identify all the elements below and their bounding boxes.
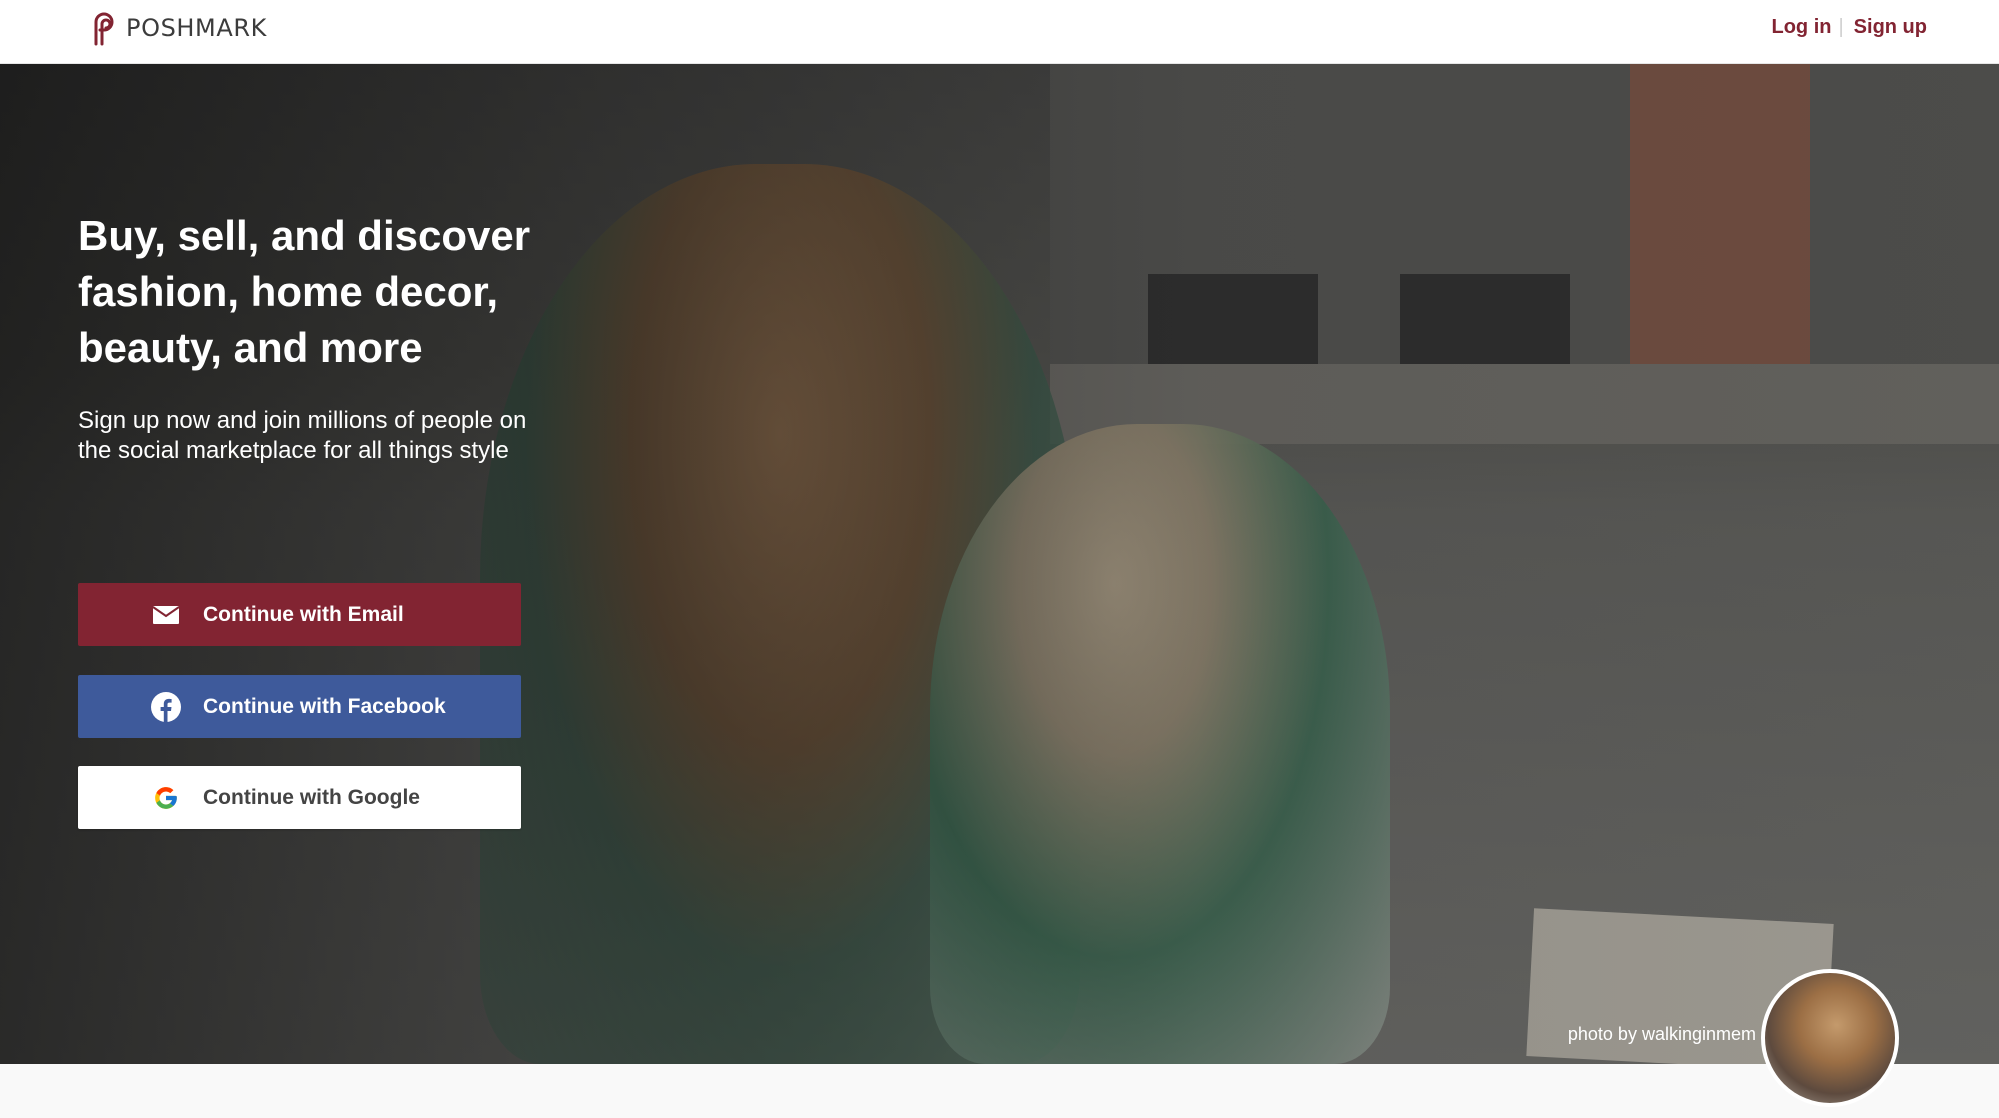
facebook-button-label: Continue with Facebook — [203, 694, 446, 718]
page-bottom-strip — [0, 1064, 1999, 1118]
continue-with-facebook-button[interactable]: Continue with Facebook — [78, 675, 521, 738]
poshmark-logo[interactable]: POSHMARK — [86, 10, 267, 46]
hero-subline: Sign up now and join millions of people … — [78, 407, 527, 464]
continue-with-google-button[interactable]: Continue with Google — [78, 766, 521, 829]
signup-link[interactable]: Sign up — [1854, 16, 1927, 39]
auth-separator: | — [1838, 16, 1844, 38]
continue-with-email-button[interactable]: Continue with Email — [78, 583, 521, 646]
poshmark-logo-icon — [94, 12, 114, 46]
email-button-label: Continue with Email — [203, 602, 404, 626]
brand-name: POSHMARK — [126, 14, 267, 42]
email-icon — [151, 600, 181, 630]
hero-headline: Buy, sell, and discover fashion, home de… — [78, 212, 531, 371]
photo-credit: photo by walkinginmem — [1567, 1024, 1756, 1044]
top-navigation-bar: POSHMARK Log in | Sign up — [0, 0, 1999, 64]
google-button-label: Continue with Google — [203, 785, 420, 809]
auth-links: Log in | Sign up — [1771, 16, 1927, 39]
google-icon — [151, 783, 181, 813]
login-link[interactable]: Log in — [1771, 16, 1831, 39]
facebook-icon — [151, 691, 181, 722]
photographer-avatar[interactable] — [1761, 969, 1899, 1107]
hero-text: Buy, sell, and discover fashion, home de… — [78, 208, 538, 466]
